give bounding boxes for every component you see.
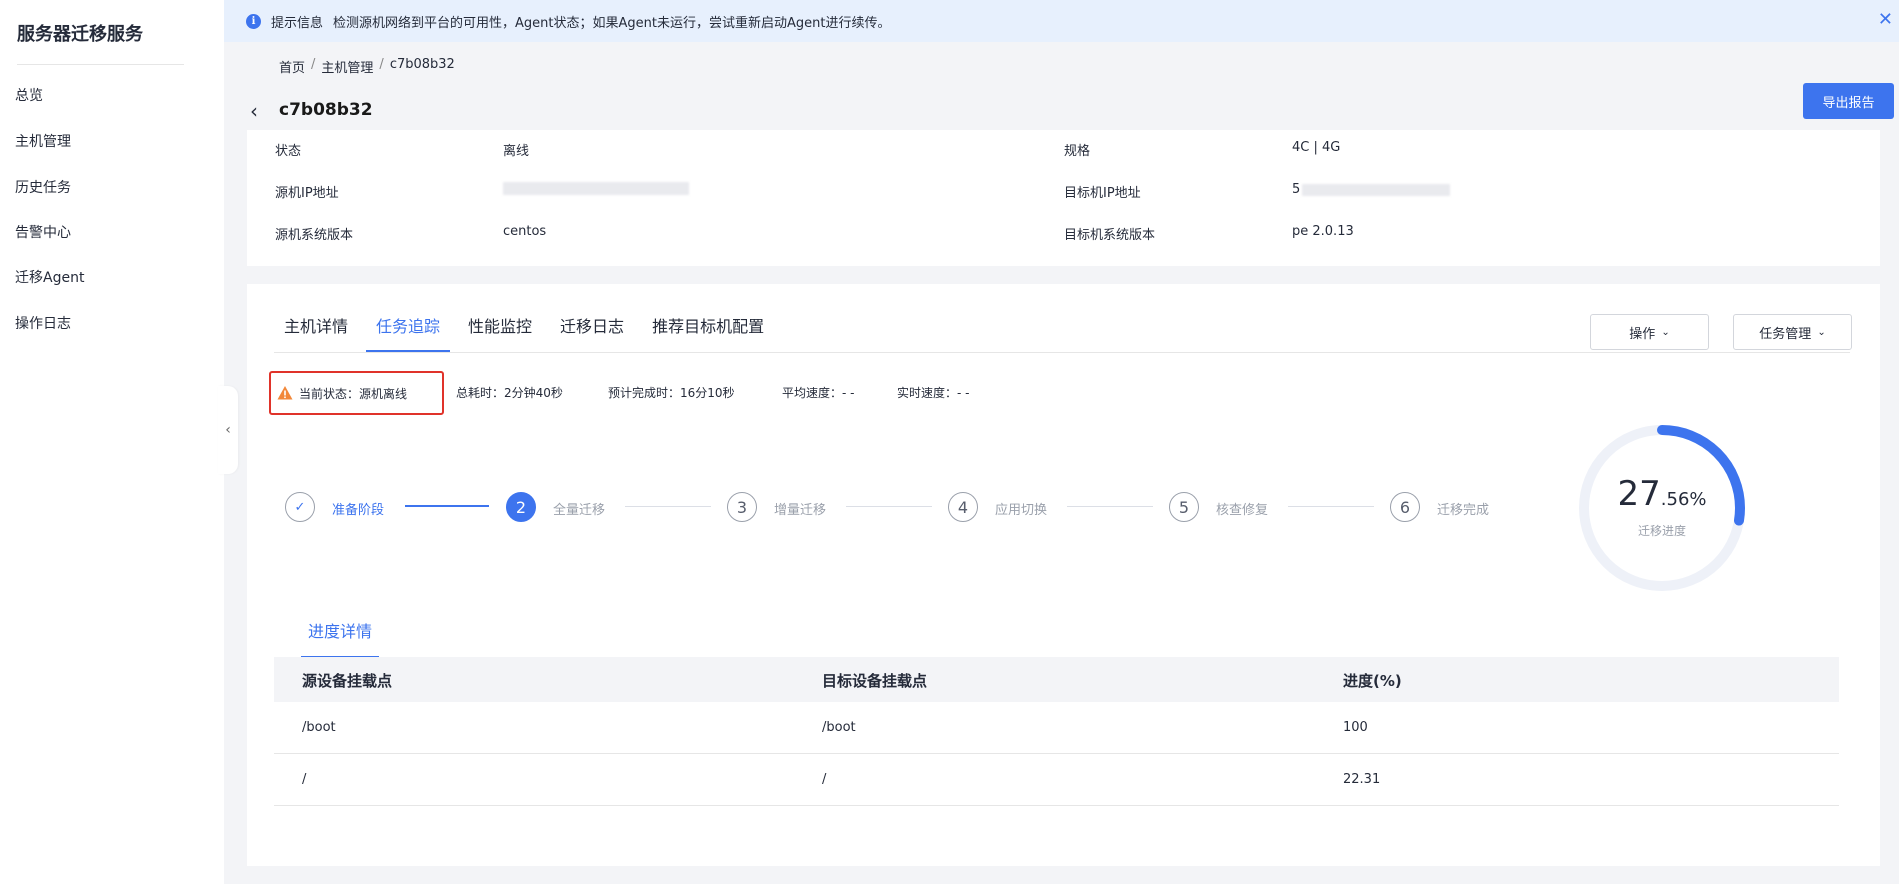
source-os-label: 源机系统版本 — [275, 228, 354, 243]
task-management-dropdown[interactable]: 任务管理 ⌄ — [1733, 314, 1852, 350]
step-connector — [1288, 506, 1374, 507]
source-ip-value-redacted — [503, 182, 689, 195]
tabs-divider — [274, 352, 1850, 353]
breadcrumb: 首页 / 主机管理 / c7b08b32 — [279, 57, 455, 76]
task-management-label: 任务管理 — [1759, 326, 1812, 342]
chevron-left-icon: ‹ — [225, 422, 231, 438]
status-value: 离线 — [503, 144, 530, 159]
tab-host-details[interactable]: 主机详情 — [274, 310, 358, 352]
cell-target-mount: /boot — [822, 720, 856, 735]
close-icon[interactable]: ✕ — [1878, 9, 1893, 30]
estimated-completion: 预计完成时：16分10秒 — [608, 386, 735, 400]
spec-value: 4C | 4G — [1292, 140, 1341, 155]
sidebar-divider — [17, 64, 184, 65]
target-ip-value: 5 — [1292, 182, 1301, 197]
target-os-label: 目标机系统版本 — [1064, 228, 1156, 243]
cell-source-mount: /boot — [302, 720, 336, 735]
step-connector — [625, 506, 711, 507]
sidebar-item-history-tasks[interactable]: 历史任务 — [15, 177, 71, 197]
app-title: 服务器迁移服务 — [17, 24, 143, 45]
sidebar-item-host-management[interactable]: 主机管理 — [15, 131, 71, 151]
progress-value: 27.56% — [1580, 474, 1744, 514]
step-6-label: 迁移完成 — [1437, 503, 1490, 518]
col-target-mount: 目标设备挂载点 — [822, 672, 928, 690]
step-connector — [405, 505, 489, 507]
tab-performance-monitoring[interactable]: 性能监控 — [458, 310, 542, 352]
info-icon: i — [246, 13, 261, 29]
breadcrumb-host-management[interactable]: 主机管理 — [321, 57, 373, 76]
chevron-down-icon: ⌄ — [1817, 326, 1826, 338]
source-os-value: centos — [503, 224, 547, 239]
breadcrumb-separator: / — [311, 57, 316, 72]
progress-decimal: .56% — [1660, 489, 1707, 510]
current-status-box: 当前状态：源机离线 — [269, 371, 444, 415]
step-5-number: 5 — [1169, 492, 1199, 522]
sidebar-item-overview[interactable]: 总览 — [15, 85, 43, 105]
progress-table: 源设备挂载点 目标设备挂载点 进度(%) /boot /boot 100 / /… — [274, 657, 1839, 806]
step-1-check-icon: ✓ — [285, 492, 315, 522]
tab-recommended-target-config[interactable]: 推荐目标机配置 — [642, 310, 774, 352]
banner-message: 检测源机网络到平台的可用性，Agent状态；如果Agent未运行，尝试重新启动A… — [333, 15, 891, 31]
step-6-number: 6 — [1390, 492, 1420, 522]
operation-dropdown[interactable]: 操作 ⌄ — [1590, 314, 1709, 350]
step-5-label: 核查修复 — [1216, 503, 1269, 518]
sidebar-item-migration-agent[interactable]: 迁移Agent — [15, 267, 84, 287]
back-arrow-icon[interactable]: ‹ — [250, 99, 258, 123]
cell-target-mount: / — [822, 772, 827, 787]
total-time: 总耗时：2分钟40秒 — [456, 386, 563, 400]
detail-tabs: 主机详情 任务追踪 性能监控 迁移日志 推荐目标机配置 — [274, 310, 782, 352]
target-ip-redacted — [1302, 184, 1450, 196]
sidebar: 服务器迁移服务 总览 主机管理 历史任务 告警中心 迁移Agent 操作日志 — [0, 0, 224, 884]
col-source-mount: 源设备挂载点 — [302, 672, 393, 690]
spec-label: 规格 — [1064, 144, 1091, 159]
col-progress: 进度(%) — [1343, 672, 1402, 690]
table-row: / / 22.31 — [274, 754, 1839, 806]
progress-integer: 27 — [1617, 474, 1661, 514]
breadcrumb-home[interactable]: 首页 — [279, 57, 305, 76]
sidebar-item-alarm-center[interactable]: 告警中心 — [15, 222, 71, 242]
step-2-number: 2 — [506, 492, 536, 522]
status-label: 状态 — [275, 144, 302, 159]
current-status-text: 当前状态：源机离线 — [299, 386, 408, 401]
step-3-label: 增量迁移 — [774, 503, 827, 518]
info-banner: i 提示信息 检测源机网络到平台的可用性，Agent状态；如果Agent未运行，… — [224, 0, 1899, 42]
tab-migration-logs[interactable]: 迁移日志 — [550, 310, 634, 352]
average-speed: 平均速度：- - — [782, 386, 855, 400]
sidebar-item-operation-logs[interactable]: 操作日志 — [15, 313, 71, 333]
step-4-number: 4 — [948, 492, 978, 522]
table-row: /boot /boot 100 — [274, 702, 1839, 754]
cell-progress: 22.31 — [1343, 772, 1381, 787]
step-connector — [846, 506, 932, 507]
target-ip-label: 目标机IP地址 — [1064, 186, 1141, 201]
page-title: c7b08b32 — [279, 100, 373, 120]
source-ip-label: 源机IP地址 — [275, 186, 339, 201]
step-4-label: 应用切换 — [995, 503, 1048, 518]
host-info-card: 状态 离线 规格 4C | 4G 源机IP地址 目标机IP地址 5 源机系统版本… — [247, 130, 1880, 266]
warning-icon — [277, 386, 293, 400]
breadcrumb-current: c7b08b32 — [389, 57, 455, 72]
realtime-speed: 实时速度：- - — [897, 386, 970, 400]
sidebar-collapse-handle[interactable]: ‹ — [218, 386, 238, 474]
progress-label: 迁移进度 — [1637, 524, 1686, 538]
breadcrumb-separator: / — [379, 57, 384, 72]
step-3-number: 3 — [727, 492, 757, 522]
tab-progress-details[interactable]: 进度详情 — [301, 618, 380, 658]
step-1-label: 准备阶段 — [332, 503, 385, 518]
step-connector — [1067, 506, 1153, 507]
export-report-button[interactable]: 导出报告 — [1803, 83, 1894, 119]
task-tracking-card: 主机详情 任务追踪 性能监控 迁移日志 推荐目标机配置 操作 ⌄ 任务管理 ⌄ … — [247, 284, 1880, 866]
chevron-down-icon: ⌄ — [1661, 326, 1670, 338]
cell-progress: 100 — [1343, 720, 1368, 735]
tab-task-tracking[interactable]: 任务追踪 — [366, 310, 451, 352]
cell-source-mount: / — [302, 772, 307, 787]
table-header: 源设备挂载点 目标设备挂载点 进度(%) — [274, 657, 1839, 702]
banner-label: 提示信息 — [271, 15, 324, 31]
operation-label: 操作 — [1629, 326, 1656, 342]
step-2-label: 全量迁移 — [553, 503, 606, 518]
target-os-value: pe 2.0.13 — [1292, 224, 1354, 239]
